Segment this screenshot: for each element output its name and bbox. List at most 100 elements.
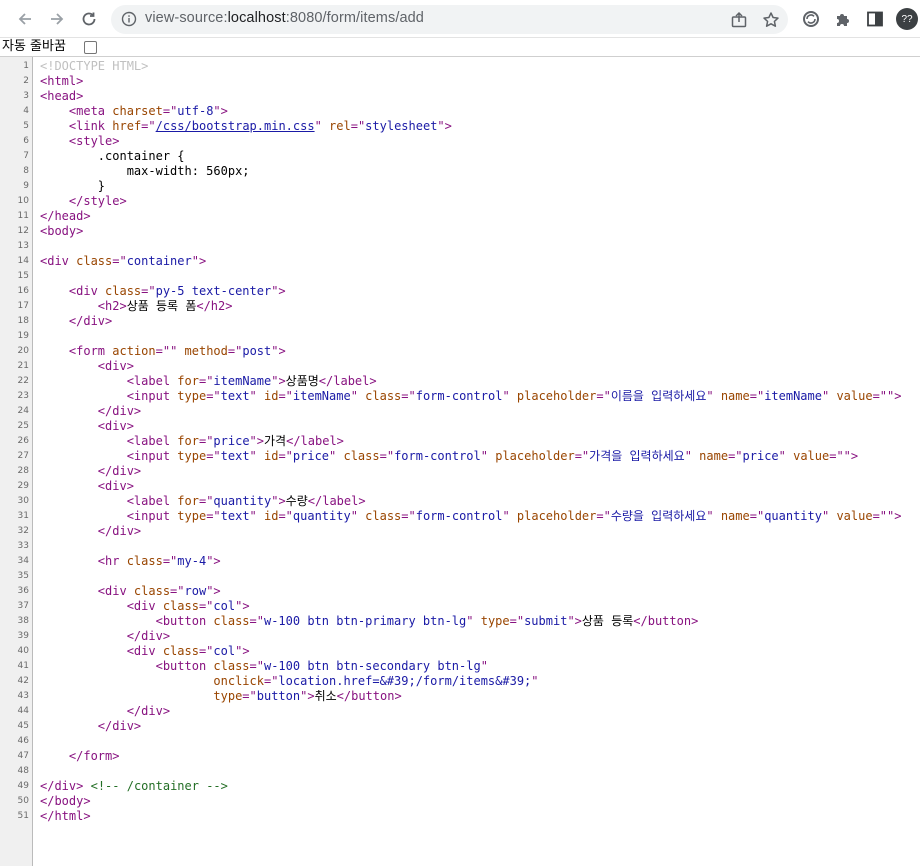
line-number: 6	[23, 136, 29, 146]
code-token: ">	[249, 434, 264, 448]
code-token: text	[220, 389, 250, 403]
profile-avatar[interactable]: ??	[896, 8, 918, 30]
code-token: class	[126, 554, 163, 568]
code-token: row	[184, 584, 207, 598]
line-number: 24	[17, 406, 29, 416]
url-text[interactable]: view-source:localhost:8080/form/items/ad…	[145, 10, 424, 26]
code-token: w-100 btn btn-primary btn-lg	[263, 614, 467, 628]
code-token: href	[112, 119, 142, 133]
line-content: type="button">취소</button>	[40, 689, 401, 704]
code-token: ="	[278, 509, 293, 523]
source-line: 31 <input type="text" id="quantity" clas…	[0, 509, 920, 524]
line-content: <hr class="my-4">	[40, 554, 221, 569]
code-token: <html>	[40, 74, 84, 88]
code-token: form-control	[415, 509, 503, 523]
bookmark-star-icon[interactable]	[762, 11, 780, 29]
code-token: "	[821, 389, 837, 403]
code-token: ">	[206, 554, 221, 568]
side-panel-icon[interactable]	[865, 9, 885, 29]
code-token: 수량을 입력하세요	[610, 509, 707, 523]
source-line: 35	[0, 569, 920, 584]
code-token: itemName	[213, 374, 272, 388]
line-number: 35	[17, 571, 29, 581]
code-token: text	[220, 449, 250, 463]
code-token: value	[836, 509, 873, 523]
source-line: 19	[0, 329, 920, 344]
source-line: 26 <label for="price">가격</label>	[0, 434, 920, 449]
code-token: <div	[97, 584, 134, 598]
code-token: location.href=&#39;/form/items&#39;	[278, 674, 532, 688]
source-line: 7 .container {	[0, 149, 920, 164]
source-line: 9 }	[0, 179, 920, 194]
info-icon[interactable]	[121, 11, 137, 27]
line-content: <input type="text" id="itemName" class="…	[40, 389, 902, 404]
code-token: id	[264, 509, 279, 523]
code-token: "	[531, 674, 539, 688]
line-number: 4	[23, 106, 29, 116]
line-number: 9	[23, 181, 29, 191]
address-bar[interactable]: view-source:localhost:8080/form/items/ad…	[111, 5, 788, 34]
extension-sync-icon[interactable]	[801, 9, 821, 29]
code-token: <body>	[40, 224, 84, 238]
source-line: 40 <div class="col">	[0, 644, 920, 659]
code-token: <button	[155, 659, 214, 673]
code-token: ="">	[872, 509, 902, 523]
source-line: 5 <link href="/css/bootstrap.min.css" re…	[0, 119, 920, 134]
code-token: </body>	[40, 794, 91, 808]
code-token: my-4	[177, 554, 207, 568]
line-content: <button class="w-100 btn btn-secondary b…	[40, 659, 488, 674]
code-token: 수량	[285, 494, 308, 508]
code-token: </html>	[40, 809, 91, 823]
code-token: type	[177, 449, 207, 463]
line-content: <div>	[40, 419, 134, 434]
code-token: class	[213, 614, 250, 628]
code-token: onclick	[213, 674, 264, 688]
code-token: name	[720, 509, 750, 523]
arrow-left-icon	[18, 13, 31, 25]
browser-toolbar: view-source:localhost:8080/form/items/ad…	[0, 0, 920, 38]
code-token: ">	[213, 104, 228, 118]
line-number: 26	[17, 436, 29, 446]
line-number: 20	[17, 346, 29, 356]
code-token: 상품 등록 폼	[126, 299, 197, 313]
code-token: quantity	[292, 509, 351, 523]
share-icon[interactable]	[730, 11, 748, 29]
source-line: 21 <div>	[0, 359, 920, 374]
line-number: 16	[17, 286, 29, 296]
code-token: <div	[126, 644, 163, 658]
puzzle-extensions-icon[interactable]	[833, 9, 853, 29]
line-number: 44	[17, 706, 29, 716]
code-token: <div	[126, 599, 163, 613]
reload-button[interactable]	[77, 7, 101, 31]
forward-button[interactable]	[45, 7, 69, 31]
code-token: class	[162, 599, 199, 613]
code-token: price	[742, 449, 779, 463]
line-number: 14	[17, 256, 29, 266]
line-content: <!DOCTYPE HTML>	[40, 59, 148, 74]
source-link[interactable]: /css/bootstrap.min.css	[156, 119, 315, 133]
code-token: <label	[126, 434, 178, 448]
code-token: ">	[235, 644, 250, 658]
line-number: 10	[17, 196, 29, 206]
code-token: ="	[227, 344, 243, 358]
source-line: 22 <label for="itemName">상품명</label>	[0, 374, 920, 389]
code-token: form-control	[394, 449, 481, 463]
code-token: class	[76, 254, 113, 268]
line-content: <html>	[40, 74, 83, 89]
line-number: 39	[17, 631, 29, 641]
source-line: 43 type="button">취소</button>	[0, 689, 920, 704]
source-line: 20 <form action="" method="post">	[0, 344, 920, 359]
back-button[interactable]	[13, 7, 37, 31]
line-content: onclick="location.href=&#39;/form/items&…	[40, 674, 539, 689]
line-wrap-checkbox[interactable]	[84, 41, 97, 54]
source-line: 37 <div class="col">	[0, 599, 920, 614]
